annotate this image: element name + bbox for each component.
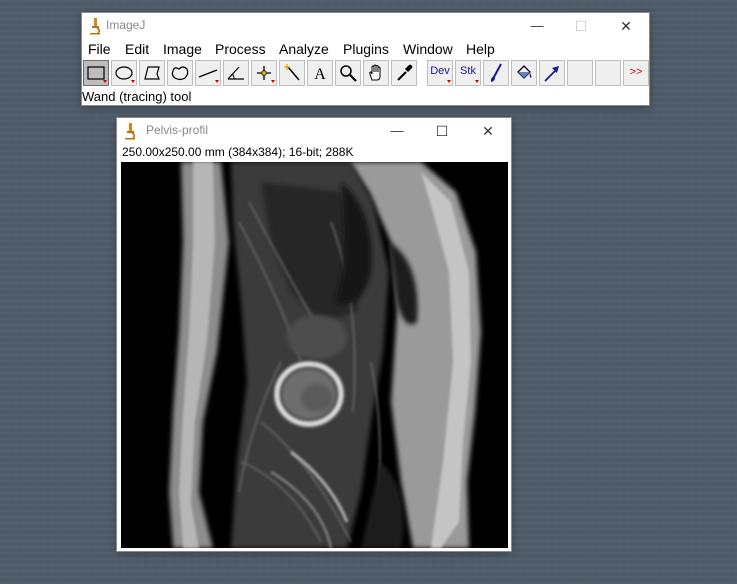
empty-tool-slot-2[interactable] [595,60,621,86]
menu-help[interactable]: Help [466,41,495,57]
menu-edit[interactable]: Edit [125,41,149,57]
hand-icon [369,64,381,81]
oval-tool-button[interactable] [111,60,137,86]
point-icon [257,66,275,83]
menu-analyze[interactable]: Analyze [279,41,329,57]
magnifier-icon [340,65,357,82]
more-tools-label: >> [629,66,643,78]
imagej-window: ImageJ — ☐ ✕ File Edit Image Process Ana… [82,13,649,105]
image-maximize-button[interactable]: ☐ [419,118,465,144]
microscope-icon [125,123,136,140]
freehand-icon [171,66,189,81]
paint-bucket-icon [517,65,532,79]
image-title-bar[interactable]: Pelvis-profil — ☐ ✕ [117,118,511,144]
status-text: Wand (tracing) tool [82,89,192,104]
empty-tool-slot-1[interactable] [567,60,593,86]
line-tool-button[interactable] [195,60,221,86]
image-minimize-button[interactable]: — [374,118,420,144]
dropdown-indicator-icon [475,80,479,83]
image-window-title: Pelvis-profil [146,123,209,137]
svg-text:A: A [314,66,326,83]
menu-file[interactable]: File [88,41,111,57]
title-bar[interactable]: ImageJ — ☐ ✕ [82,13,649,39]
menu-plugins[interactable]: Plugins [343,41,389,57]
menu-process[interactable]: Process [215,41,266,57]
brush-tool-button[interactable] [483,60,509,86]
maximize-button[interactable]: ☐ [558,13,604,39]
zoom-tool-button[interactable] [335,60,361,86]
image-window: Pelvis-profil — ☐ ✕ 250.00x250.00 mm (38… [117,118,511,551]
mri-image [121,162,508,548]
dropdown-indicator-icon [447,80,451,83]
text-icon: A [314,66,326,83]
point-tool-button[interactable] [251,60,277,86]
microscope-icon [90,18,101,35]
menu-image[interactable]: Image [163,41,202,57]
minimize-button[interactable]: — [514,13,560,39]
arrow-tool-button[interactable] [539,60,565,86]
brush-icon [490,63,502,82]
wand-icon [284,64,300,81]
text-tool-button[interactable]: A [307,60,333,86]
status-bar: Wand (tracing) tool [82,89,649,107]
window-title: ImageJ [106,18,146,32]
flood-fill-tool-button[interactable] [511,60,537,86]
color-picker-tool-button[interactable] [391,60,417,86]
menu-window[interactable]: Window [403,41,453,57]
rectangle-icon [87,66,107,83]
polygon-icon [144,66,160,80]
polygon-tool-button[interactable] [139,60,165,86]
arrow-icon [544,66,559,82]
rectangle-tool-button[interactable] [83,60,109,86]
angle-icon [227,66,244,80]
freehand-tool-button[interactable] [167,60,193,86]
toolbar: A Dev Stk >> [83,59,650,89]
close-button[interactable]: ✕ [603,13,649,39]
stk-menu-button[interactable]: Stk [455,60,481,86]
image-info: 250.00x250.00 mm (384x384); 16-bit; 288K [122,145,354,159]
angle-tool-button[interactable] [223,60,249,86]
wand-tool-button[interactable] [279,60,305,86]
image-close-button[interactable]: ✕ [465,118,511,144]
eyedropper-icon [397,64,413,81]
line-icon [198,69,219,83]
dev-menu-button[interactable]: Dev [427,60,453,86]
hand-tool-button[interactable] [363,60,389,86]
menu-bar: File Edit Image Process Analyze Plugins … [82,39,649,59]
oval-icon [115,66,135,83]
more-tools-button[interactable]: >> [623,60,649,86]
image-canvas[interactable] [121,162,508,548]
